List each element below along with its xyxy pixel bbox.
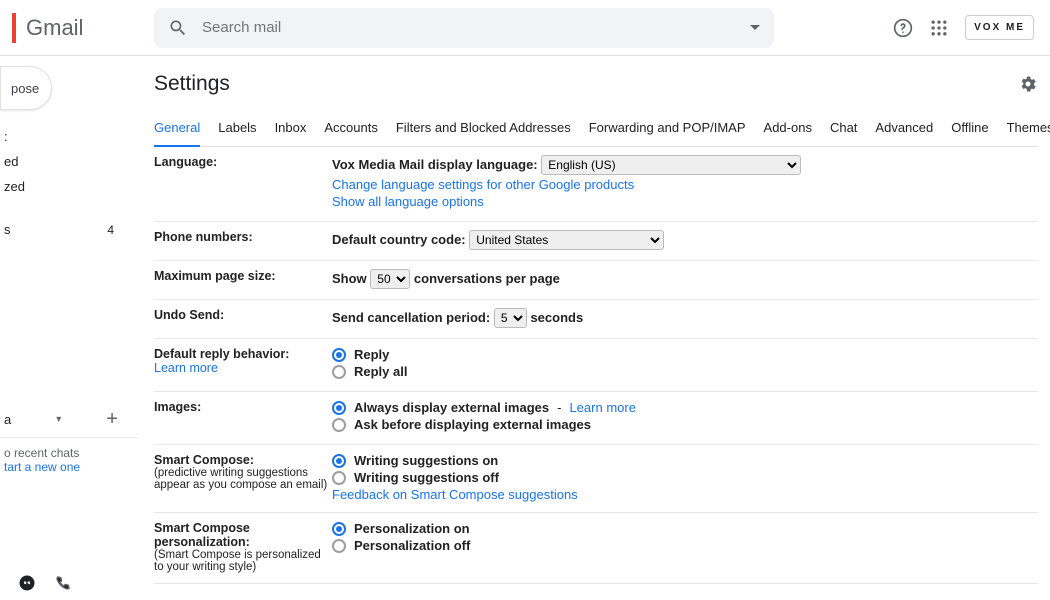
- undo-period-select[interactable]: 5: [494, 308, 527, 328]
- hangouts-icon[interactable]: [18, 574, 36, 592]
- tab-accounts[interactable]: Accounts: [324, 110, 377, 146]
- smartcompose-feedback-link[interactable]: Feedback on Smart Compose suggestions: [332, 487, 1038, 502]
- reply-radio[interactable]: [332, 348, 346, 362]
- chats-text: o recent chats: [4, 446, 134, 460]
- language-options-link[interactable]: Show all language options: [332, 194, 1038, 209]
- personalization-off-radio[interactable]: [332, 539, 346, 553]
- tab-filters[interactable]: Filters and Blocked Addresses: [396, 110, 571, 146]
- smartcompose-off-radio[interactable]: [332, 471, 346, 485]
- setting-personalization: Smart Compose personalization: (Smart Co…: [154, 513, 1038, 584]
- search-options-icon[interactable]: [750, 25, 760, 30]
- learn-more-link[interactable]: Learn more: [154, 361, 332, 375]
- setting-label: Default reply behavior: Learn more: [154, 347, 332, 381]
- apps-icon[interactable]: [929, 18, 949, 38]
- bottom-icons: [0, 566, 90, 600]
- sidebar: pose : ed zed s 4 a ▾ + o recent chats t…: [0, 56, 138, 600]
- compose-label: pose: [11, 81, 39, 96]
- reply-all-radio[interactable]: [332, 365, 346, 379]
- country-code-select[interactable]: United States: [469, 230, 664, 250]
- search-input[interactable]: [202, 19, 750, 36]
- tab-offline[interactable]: Offline: [951, 110, 988, 146]
- setting-label: Phone numbers:: [154, 230, 332, 250]
- setting-language: Language: Vox Media Mail display languag…: [154, 147, 1038, 222]
- sidebar-item[interactable]: :: [0, 124, 138, 149]
- tab-advanced[interactable]: Advanced: [875, 110, 933, 146]
- logo-area[interactable]: Gmail: [8, 13, 146, 43]
- gear-icon[interactable]: [1018, 74, 1038, 94]
- search-box[interactable]: [154, 8, 774, 48]
- sidebar-item[interactable]: ed: [0, 149, 138, 174]
- images-always-radio[interactable]: [332, 401, 346, 415]
- sidebar-item-drafts[interactable]: s 4: [0, 217, 138, 242]
- settings-title: Settings: [154, 72, 230, 96]
- learn-more-link[interactable]: Learn more: [569, 400, 635, 415]
- tab-chat[interactable]: Chat: [830, 110, 857, 146]
- setting-label: Images:: [154, 400, 332, 434]
- setting-label: Maximum page size:: [154, 269, 332, 289]
- main-content: Settings General Labels Inbox Accounts F…: [138, 56, 1050, 600]
- setting-reply: Default reply behavior: Learn more Reply…: [154, 339, 1038, 392]
- tab-themes[interactable]: Themes: [1007, 110, 1050, 146]
- tab-addons[interactable]: Add-ons: [764, 110, 812, 146]
- smartcompose-on-radio[interactable]: [332, 454, 346, 468]
- settings-tabs: General Labels Inbox Accounts Filters an…: [154, 110, 1038, 147]
- language-settings-link[interactable]: Change language settings for other Googl…: [332, 177, 1038, 192]
- sidebar-item[interactable]: zed: [0, 174, 138, 199]
- drafts-count: 4: [107, 223, 138, 237]
- setting-phone: Phone numbers: Default country code: Uni…: [154, 222, 1038, 261]
- tab-labels[interactable]: Labels: [218, 110, 256, 146]
- compose-button[interactable]: pose: [0, 66, 52, 110]
- help-icon[interactable]: [893, 18, 913, 38]
- setting-pagesize: Maximum page size: Show 50 conversations…: [154, 261, 1038, 300]
- tab-inbox[interactable]: Inbox: [275, 110, 307, 146]
- setting-label: Smart Compose personalization: (Smart Co…: [154, 521, 332, 573]
- header: Gmail VOX ME: [0, 0, 1050, 56]
- setting-label: Language:: [154, 155, 332, 211]
- plus-icon[interactable]: +: [106, 408, 118, 431]
- setting-label: Undo Send:: [154, 308, 332, 328]
- setting-label: Smart Compose: (predictive writing sugge…: [154, 453, 332, 502]
- gmail-logo-icon: [12, 13, 16, 43]
- sidebar-expand[interactable]: a ▾ +: [0, 402, 138, 438]
- account-badge[interactable]: VOX ME: [965, 15, 1034, 40]
- gmail-logo-text: Gmail: [26, 15, 83, 41]
- search-icon: [168, 18, 188, 38]
- setting-images: Images: Always display external images -…: [154, 392, 1038, 445]
- chevron-down-icon: ▾: [56, 414, 61, 425]
- images-ask-radio[interactable]: [332, 418, 346, 432]
- tab-forwarding[interactable]: Forwarding and POP/IMAP: [589, 110, 746, 146]
- pagesize-select[interactable]: 50: [370, 269, 410, 289]
- phone-icon[interactable]: [54, 574, 72, 592]
- setting-undo: Undo Send: Send cancellation period: 5 s…: [154, 300, 1038, 339]
- header-right: VOX ME: [893, 15, 1042, 40]
- language-select[interactable]: English (US): [541, 155, 801, 175]
- start-chat-link[interactable]: tart a new one: [4, 460, 134, 474]
- personalization-on-radio[interactable]: [332, 522, 346, 536]
- setting-smartcompose: Smart Compose: (predictive writing sugge…: [154, 445, 1038, 513]
- chats-area: o recent chats tart a new one: [0, 438, 138, 482]
- tab-general[interactable]: General: [154, 110, 200, 147]
